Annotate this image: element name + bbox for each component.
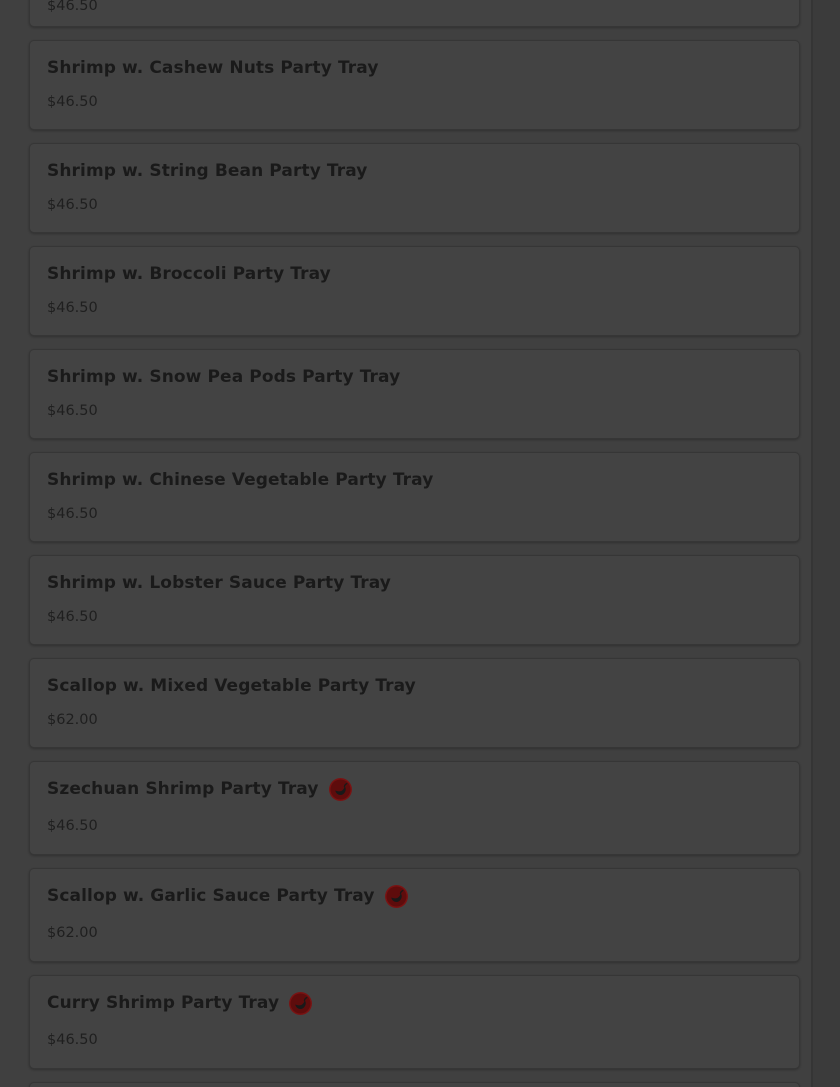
menu-item[interactable]: Scallop w. Garlic Sauce Party Tray $62.0… [29, 868, 800, 962]
menu-item[interactable] [29, 1082, 800, 1087]
item-price: $46.50 [47, 818, 98, 834]
item-name: Shrimp w. Broccoli Party Tray [47, 264, 331, 284]
menu-item[interactable]: Scallop w. Mixed Vegetable Party Tray $6… [29, 658, 800, 748]
item-name: Shrimp w. Cashew Nuts Party Tray [47, 58, 379, 78]
item-title-row: Scallop w. Garlic Sauce Party Tray [47, 883, 409, 909]
item-title-row: Shrimp w. Chinese Vegetable Party Tray [47, 467, 433, 493]
item-price: $46.50 [47, 197, 98, 213]
item-name: Shrimp w. Chinese Vegetable Party Tray [47, 470, 434, 490]
chili-pepper-icon [328, 777, 352, 801]
item-title-row: Shrimp w. Lobster Sauce Party Tray [47, 570, 391, 596]
menu-item[interactable]: Curry Shrimp Party Tray $46.50 [29, 975, 800, 1069]
item-title-row: Shrimp w. Cashew Nuts Party Tray [47, 55, 379, 81]
item-price: $46.50 [47, 1032, 98, 1048]
item-price: $46.50 [47, 403, 98, 419]
item-name: Shrimp w. Lobster Sauce Party Tray [47, 573, 391, 593]
menu-item[interactable]: Shrimp w. Snow Pea Pods Party Tray $46.5… [29, 349, 800, 439]
item-price: $46.50 [47, 300, 98, 316]
item-name: Shrimp w. Snow Pea Pods Party Tray [47, 367, 401, 387]
item-price: $46.50 [47, 0, 98, 14]
item-title-row: Szechuan Shrimp Party Tray [47, 776, 353, 802]
menu-page: $46.50 Shrimp w. Cashew Nuts Party Tray … [0, 0, 840, 1087]
menu-item[interactable]: Shrimp w. Cashew Nuts Party Tray $46.50 [29, 40, 800, 130]
item-title-row: Shrimp w. Broccoli Party Tray [47, 261, 331, 287]
item-price: $46.50 [47, 94, 98, 110]
menu-item[interactable]: Shrimp w. String Bean Party Tray $46.50 [29, 143, 800, 233]
item-name: Shrimp w. String Bean Party Tray [47, 161, 368, 181]
item-title-row: Shrimp w. String Bean Party Tray [47, 158, 367, 184]
chili-pepper-icon [289, 991, 313, 1015]
menu-item[interactable]: $46.50 [29, 0, 800, 27]
menu-item[interactable]: Shrimp w. Chinese Vegetable Party Tray $… [29, 452, 800, 542]
item-title-row: Shrimp w. Snow Pea Pods Party Tray [47, 364, 400, 390]
item-name: Szechuan Shrimp Party Tray [47, 779, 319, 799]
item-name: Scallop w. Mixed Vegetable Party Tray [47, 676, 416, 696]
item-price: $46.50 [47, 506, 98, 522]
chili-pepper-icon [384, 884, 408, 908]
item-price: $46.50 [47, 609, 98, 625]
item-price: $62.00 [47, 712, 98, 728]
scrollbar[interactable] [811, 0, 840, 1087]
item-title-row: Scallop w. Mixed Vegetable Party Tray [47, 673, 416, 699]
item-name: Curry Shrimp Party Tray [47, 993, 280, 1013]
item-name: Scallop w. Garlic Sauce Party Tray [47, 886, 375, 906]
menu-item[interactable]: Shrimp w. Lobster Sauce Party Tray $46.5… [29, 555, 800, 645]
item-price: $62.00 [47, 925, 98, 941]
item-title-row: Curry Shrimp Party Tray [47, 990, 313, 1016]
menu-item[interactable]: Shrimp w. Broccoli Party Tray $46.50 [29, 246, 800, 336]
menu-item[interactable]: Szechuan Shrimp Party Tray $46.50 [29, 761, 800, 855]
